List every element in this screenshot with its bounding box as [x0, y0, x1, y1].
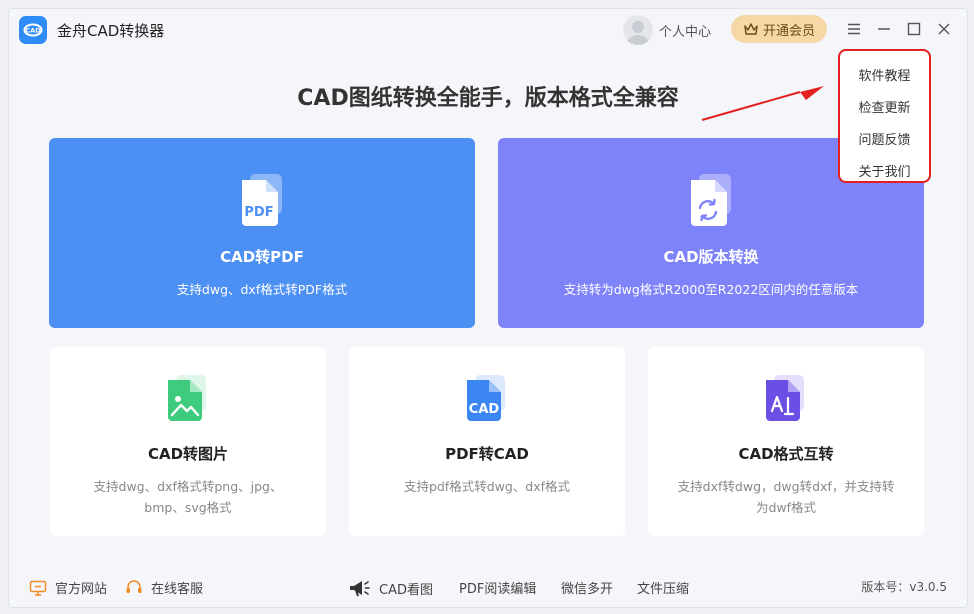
online-service-link[interactable]: 在线客服 — [125, 578, 203, 597]
version-convert-icon — [685, 172, 737, 228]
cad-file-icon: CAD — [463, 373, 511, 423]
user-center-button[interactable]: 个人中心 — [623, 15, 711, 45]
card-desc: 支持转为dwg格式R2000至R2022区间内的任意版本 — [563, 282, 859, 297]
cad-format-convert-card[interactable]: CAD格式互转 支持dxf转dwg，dwg转dxf，并支持转为dwf格式 — [648, 347, 924, 536]
footer-link-label: CAD看图 — [379, 582, 433, 598]
svg-text:CAD: CAD — [25, 27, 41, 35]
menu-icon[interactable] — [845, 20, 863, 38]
menu-item-tutorial[interactable]: 软件教程 — [840, 65, 929, 84]
footer-link-label: PDF阅读编辑 — [459, 582, 537, 597]
pdf-to-cad-card[interactable]: CAD PDF转CAD 支持pdf格式转dwg、dxf格式 — [349, 347, 625, 536]
title-bar: CAD 金舟CAD转换器 个人中心 开通会员 — [9, 9, 967, 51]
vip-button-label: 开通会员 — [762, 23, 815, 39]
card-desc: 支持dwg、dxf格式转PDF格式 — [176, 282, 348, 297]
cad-to-pdf-card[interactable]: PDF CAD转PDF 支持dwg、dxf格式转PDF格式 — [49, 138, 475, 328]
card-desc: 支持pdf格式转dwg、dxf格式 — [403, 479, 571, 494]
menu-item-check-update[interactable]: 检查更新 — [840, 97, 929, 116]
cad-to-image-card[interactable]: CAD转图片 支持dwg、dxf格式转png、jpg、bmp、svg格式 — [50, 347, 326, 536]
online-service-label: 在线客服 — [151, 582, 204, 597]
image-file-icon — [164, 373, 212, 423]
card-desc: 支持dxf转dwg，dwg转dxf，并支持转为dwf格式 — [677, 479, 895, 515]
version-label: 版本号：v3.0.5 — [861, 580, 947, 594]
monitor-icon — [29, 580, 47, 596]
app-logo-icon: CAD — [19, 16, 47, 44]
avatar — [623, 15, 653, 45]
settings-dropdown-menu: 软件教程 检查更新 问题反馈 关于我们 — [838, 49, 931, 183]
maximize-icon[interactable] — [905, 20, 923, 38]
card-title: CAD版本转换 — [663, 248, 759, 266]
website-label: 官方网站 — [55, 582, 108, 597]
card-title: CAD转图片 — [147, 445, 229, 463]
app-title: 金舟CAD转换器 — [57, 22, 165, 40]
format-convert-icon — [762, 373, 810, 423]
svg-text:CAD: CAD — [469, 402, 500, 417]
pdf-file-icon: PDF — [236, 172, 288, 228]
svg-text:PDF: PDF — [244, 205, 273, 220]
megaphone-icon — [350, 581, 370, 597]
user-center-label: 个人中心 — [659, 24, 712, 40]
pdf-editor-link[interactable]: PDF阅读编辑 — [459, 578, 536, 597]
footer-link-label: 微信多开 — [561, 582, 614, 597]
card-desc: 支持dwg、dxf格式转png、jpg、bmp、svg格式 — [93, 479, 283, 515]
file-compress-link[interactable]: 文件压缩 — [637, 578, 689, 597]
footer-link-label: 文件压缩 — [637, 582, 690, 597]
website-link[interactable]: 官方网站 — [29, 578, 107, 597]
vip-button[interactable]: 开通会员 — [731, 15, 827, 43]
crown-icon — [744, 23, 758, 35]
card-title: PDF转CAD — [445, 445, 529, 463]
menu-item-feedback[interactable]: 问题反馈 — [840, 129, 929, 148]
menu-item-about[interactable]: 关于我们 — [840, 161, 929, 180]
wechat-multi-link[interactable]: 微信多开 — [561, 578, 613, 597]
annotation-arrow-icon — [701, 86, 824, 121]
card-title: CAD转PDF — [220, 248, 304, 266]
close-icon[interactable] — [935, 20, 953, 38]
card-title: CAD格式互转 — [738, 445, 834, 463]
headset-icon — [126, 579, 142, 593]
footer-bar: 官方网站 在线客服 CAD看图 PDF阅读编辑 微信多开 文件压缩 版本号：v3… — [9, 569, 967, 605]
cad-viewer-link[interactable]: CAD看图 — [347, 578, 433, 598]
minimize-icon[interactable] — [875, 20, 893, 38]
